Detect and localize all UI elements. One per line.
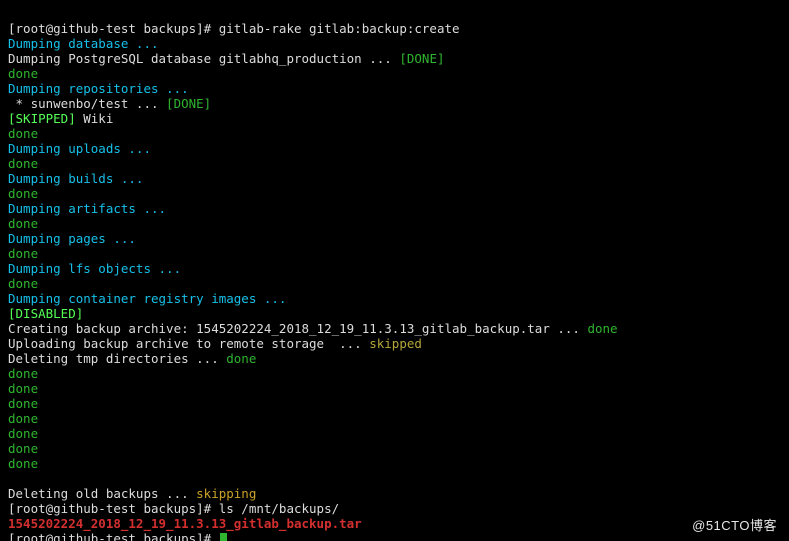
- status-disabled: [DISABLED]: [8, 306, 83, 321]
- output-line: Dumping container registry images ...: [8, 291, 286, 306]
- output-line: Dumping uploads ...: [8, 141, 151, 156]
- status-done: done: [8, 381, 38, 396]
- command-text: gitlab-rake gitlab:backup:create: [219, 21, 460, 36]
- output-line: Dumping PostgreSQL database gitlabhq_pro…: [8, 51, 399, 66]
- prompt[interactable]: [root@github-test backups]#: [8, 531, 219, 541]
- status-done: done: [8, 126, 38, 141]
- status-done: done: [8, 396, 38, 411]
- prompt: [root@github-test backups]#: [8, 21, 219, 36]
- status-done: [DONE]: [166, 96, 211, 111]
- output-line: Creating backup archive: 1545202224_2018…: [8, 321, 587, 336]
- status-done: done: [8, 366, 38, 381]
- status-skipped: [SKIPPED]: [8, 111, 76, 126]
- status-done: done: [8, 66, 38, 81]
- output-line: Dumping database ...: [8, 36, 159, 51]
- status-done: done: [8, 426, 38, 441]
- terminal-window[interactable]: [root@github-test backups]# gitlab-rake …: [0, 0, 789, 541]
- cursor-icon: [220, 533, 227, 541]
- status-done: done: [8, 411, 38, 426]
- ls-output-file: 1545202224_2018_12_19_11.3.13_gitlab_bac…: [8, 516, 362, 531]
- output-line: Wiki: [76, 111, 114, 126]
- output-line: Dumping builds ...: [8, 171, 143, 186]
- output-line: Dumping repositories ...: [8, 81, 189, 96]
- status-done: done: [8, 156, 38, 171]
- status-done: done: [8, 186, 38, 201]
- command-text: ls /mnt/backups/: [219, 501, 339, 516]
- status-done: [DONE]: [399, 51, 444, 66]
- watermark-text: @51CTO博客: [692, 518, 777, 533]
- status-skipping: skipping: [196, 486, 256, 501]
- status-done: done: [8, 456, 38, 471]
- status-done: done: [8, 246, 38, 261]
- output-line: Dumping pages ...: [8, 231, 136, 246]
- output-line: Dumping artifacts ...: [8, 201, 166, 216]
- output-line: Deleting old backups ...: [8, 486, 196, 501]
- status-done: done: [226, 351, 256, 366]
- prompt: [root@github-test backups]#: [8, 501, 219, 516]
- output-line: * sunwenbo/test ...: [8, 96, 166, 111]
- output-line: Uploading backup archive to remote stora…: [8, 336, 369, 351]
- status-done: done: [587, 321, 617, 336]
- status-skipped: skipped: [369, 336, 422, 351]
- output-line: Dumping lfs objects ...: [8, 261, 181, 276]
- output-line: Deleting tmp directories ...: [8, 351, 226, 366]
- status-done: done: [8, 276, 38, 291]
- status-done: done: [8, 216, 38, 231]
- status-done: done: [8, 441, 38, 456]
